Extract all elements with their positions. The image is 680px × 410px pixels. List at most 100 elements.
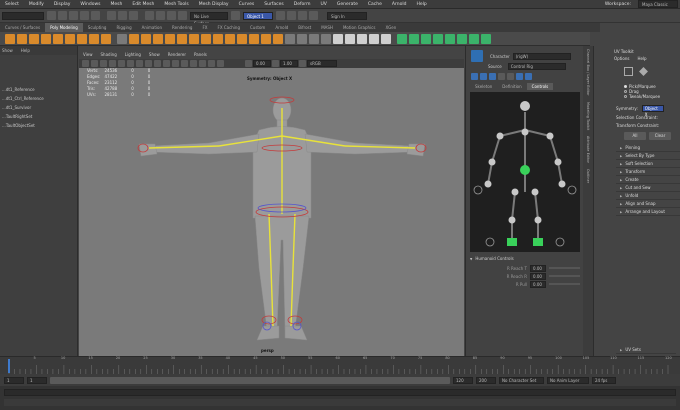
sign-in-button[interactable]: Sign In [327,11,367,20]
object-field[interactable]: Object 1 [243,11,273,20]
unfold-icon[interactable] [381,33,391,44]
tab-skeleton[interactable]: Skeleton [470,83,497,90]
viewport-menu-panels[interactable]: Panels [190,51,211,59]
toolkit-menu-options[interactable]: Options [614,56,629,61]
planar-map-icon[interactable] [345,33,355,44]
smooth-icon[interactable] [141,33,151,44]
save-scene-icon[interactable] [69,11,78,20]
symmetry-dropdown[interactable]: Object X [641,105,664,117]
render-icon[interactable] [276,11,285,20]
section-transform[interactable]: Transform [616,168,680,176]
poly-cylinder-icon[interactable] [29,33,39,44]
key-icon[interactable] [507,73,514,80]
toolkit-menu-help[interactable]: Help [637,56,646,61]
tab-outliner[interactable]: Outliner [586,166,590,186]
character-model[interactable] [79,68,464,356]
select-object-icon[interactable] [118,11,127,20]
snap-grid-icon[interactable] [145,11,154,20]
end-time-field[interactable]: 200 [476,376,496,384]
insert-edge-loop-icon[interactable] [285,33,295,44]
exposure-field[interactable]: 0.00 [253,60,271,67]
tab-definition[interactable]: Definition [497,83,526,90]
shelf-tab[interactable]: Sculpting [83,23,112,32]
section-pinning[interactable]: Pinning [616,144,680,152]
fill-hole-icon[interactable] [225,33,235,44]
selection-icon[interactable] [489,73,496,80]
tab-controls[interactable]: Controls [526,83,554,90]
colorspace-dropdown[interactable]: sRGB gamma [307,60,337,72]
selection-constraint-label[interactable]: Selection Constraint: [594,112,680,120]
straighten-uv-icon[interactable] [433,33,443,44]
separate-icon[interactable] [129,33,139,44]
outliner-menu-help[interactable]: Help [21,46,30,55]
mel-command-input[interactable] [4,389,676,396]
shelf-tab[interactable]: Motion Graphics [338,23,381,32]
shelf-tab[interactable]: XGen [380,23,401,32]
ipr-icon[interactable] [287,11,296,20]
control-value[interactable]: 0.00 [530,264,546,272]
wedge-icon[interactable] [273,33,283,44]
sculpt-icon[interactable] [321,33,331,44]
section-uv-sets[interactable]: UV Sets [616,346,676,354]
shelf-tab[interactable]: Animation [137,23,167,32]
menu-surfaces[interactable]: Surfaces [259,0,289,9]
left-hand-toggle-icon[interactable] [473,185,483,195]
tab-channel-box[interactable]: Channel Box / Layer Editor [586,46,590,99]
boolean-icon[interactable] [153,33,163,44]
right-foot-toggle-icon[interactable] [555,237,565,247]
unitize-uv-icon[interactable] [457,33,467,44]
body-part-icon[interactable] [480,73,487,80]
time-ruler[interactable] [0,357,680,375]
poke-icon[interactable] [261,33,271,44]
xray-joints-icon[interactable] [217,60,224,67]
poly-cone-icon[interactable] [41,33,51,44]
undo-icon[interactable] [80,11,89,20]
color-management-icon[interactable] [299,60,306,67]
super-shape-icon[interactable] [101,33,111,44]
outliner-menu-show[interactable]: Show [2,46,13,55]
section-unfold[interactable]: Unfold [616,192,680,200]
workspace-dropdown[interactable]: Maya Classic [638,0,678,8]
append-icon[interactable] [213,33,223,44]
menu-help[interactable]: Help [411,0,431,9]
hips-effector[interactable] [520,165,530,175]
extrude-icon[interactable] [177,33,187,44]
mirror-pose-icon[interactable] [525,73,532,80]
control-slider[interactable] [549,267,580,269]
humanoid-controls-header[interactable]: ▼ Humanoid Controls [470,256,514,261]
uv-editor-icon[interactable] [333,33,343,44]
live-surface-dropdown[interactable]: No Live Surface [190,11,228,26]
menu-generate[interactable]: Generate [332,0,363,9]
time-slider[interactable]: 5 10 15 20 25 30 35 40 45 50 55 60 65 70 75 80 85 90 95 100… [0,356,680,374]
viewport-menu-view[interactable]: View [79,51,97,59]
shelf-tab[interactable]: Rendering [167,23,197,32]
poly-torus-icon[interactable] [53,33,63,44]
clear-button[interactable]: Clear [649,132,671,140]
symmetry-icon[interactable] [231,11,240,20]
control-value[interactable]: 0.00 [530,272,546,280]
fps-dropdown[interactable]: 24 fps [592,376,616,384]
smooth-shade-icon[interactable] [154,60,161,67]
bookmark-icon[interactable] [100,60,107,67]
right-foot-effector[interactable] [533,238,543,246]
transform-constraint-label[interactable]: Transform Constraint: [594,120,680,128]
shelf-tab-active[interactable]: Poly Modeling [45,23,83,32]
control-slider[interactable] [549,283,580,285]
range-slider[interactable] [50,376,450,384]
menu-cache[interactable]: Cache [363,0,387,9]
shelf-tab[interactable]: Bifrost [293,23,316,32]
section-cut-and-sew[interactable]: Cut and Sew [616,184,680,192]
bevel-icon[interactable] [201,33,211,44]
multi-cut-icon[interactable] [297,33,307,44]
poly-cube-icon[interactable] [17,33,27,44]
menu-select[interactable]: Select [0,0,24,9]
ambient-occlusion-icon[interactable] [190,60,197,67]
shelf-tab[interactable]: Custom [245,23,270,32]
outliner-item[interactable]: ...dt1_Reference [0,85,77,94]
platonic-solid-icon[interactable] [89,33,99,44]
section-select-by-type[interactable]: Select By Type [616,152,680,160]
snap-point-icon[interactable] [167,11,176,20]
viewport-menu-show[interactable]: Show [145,51,164,59]
select-component-icon[interactable] [129,11,138,20]
gamma-field[interactable]: 1.00 [280,60,298,67]
